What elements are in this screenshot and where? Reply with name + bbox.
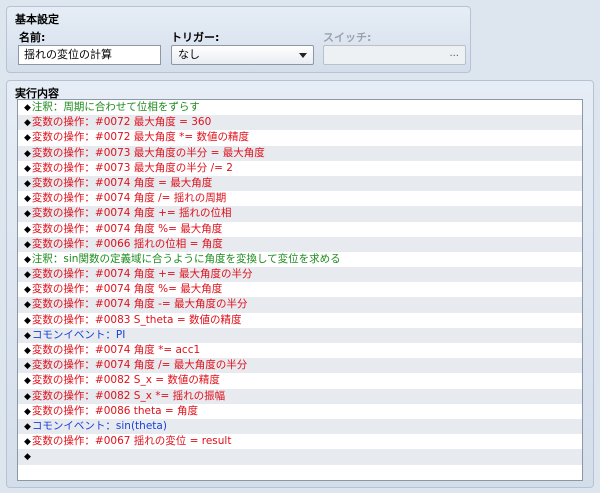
diamond-icon: ◆ [24,148,31,159]
diamond-icon: ◆ [24,346,31,356]
command-text: 変数の操作：#0082 S_x *= 揺れの振幅 [31,389,226,402]
diamond-icon: ◆ [24,103,31,113]
command-row[interactable]: ◆変数の操作：#0074 角度 = 最大角度 [18,175,582,192]
diamond-icon: ◆ [24,285,31,296]
diamond-icon: ◆ [24,406,31,417]
diamond-icon: ◆ [24,300,31,311]
command-text: 変数の操作：#0067 揺れの変位 = result [31,435,232,448]
trigger-select[interactable]: なし [171,45,314,65]
trigger-select-value: なし [178,48,200,61]
command-row[interactable]: ◆コモンイベント：PI [18,327,582,343]
command-text: コモンイベント：sin(theta) [31,419,167,432]
diamond-icon: ◆ [24,361,31,372]
command-row[interactable]: ◆変数の操作：#0074 角度 += 最大角度の半分 [18,267,582,283]
command-row[interactable]: ◆注釈：sin関数の定義域に合うように角度を変換して変位を求める [18,252,582,267]
diamond-icon: ◆ [24,239,31,250]
command-text: 変数の操作：#0066 揺れの位相 = 角度 [31,237,223,250]
switch-label: スイッチ: [323,31,372,44]
diamond-icon: ◆ [24,254,31,265]
command-list[interactable]: ◆注釈：周期に合わせて位相をずらす ◆変数の操作：#0072 最大角度 = 360… [17,99,583,481]
command-row[interactable]: ◆変数の操作：#0074 角度 /= 最大角度の半分 [18,358,582,374]
command-row[interactable]: ◆コモンイベント：sin(theta) [18,418,582,435]
trigger-label: トリガー: [171,31,220,44]
diamond-icon: ◆ [24,330,31,341]
command-row[interactable]: ◆変数の操作：#0074 角度 += 揺れの位相 [18,206,582,222]
command-row[interactable]: ◆注釈：周期に合わせて位相をずらす [18,100,582,115]
command-row[interactable]: ◆変数の操作：#0083 S_theta = 数値の精度 [18,313,582,328]
chevron-down-icon [299,53,307,58]
diamond-icon: ◆ [24,452,31,463]
command-row[interactable]: ◆変数の操作：#0072 最大角度 *= 数値の精度 [18,130,582,145]
command-text: 変数の操作：#0074 角度 -= 最大角度の半分 [31,298,248,311]
command-text: 注釈：sin関数の定義域に合うように角度を変換して変位を求める [31,252,341,265]
diamond-icon: ◆ [24,421,31,432]
command-text: 変数の操作：#0073 最大角度の半分 = 最大角度 [31,146,265,159]
command-row[interactable]: ◆変数の操作：#0074 角度 /= 揺れの周期 [18,191,582,206]
diamond-icon: ◆ [24,209,31,220]
diamond-icon: ◆ [24,391,31,402]
diamond-icon: ◆ [24,437,31,448]
diamond-icon: ◆ [24,224,31,235]
command-row[interactable]: ◆変数の操作：#0066 揺れの位相 = 角度 [18,236,582,252]
diamond-icon: ◆ [24,133,31,144]
command-row[interactable]: ◆ [18,449,582,465]
command-text: 変数の操作：#0086 theta = 角度 [31,404,199,417]
diamond-icon: ◆ [24,376,31,387]
command-text: コモンイベント：PI [31,328,126,341]
basic-settings-panel: 基本設定 名前: 揺れの変位の計算 トリガー: なし スイッチ: ... [6,6,471,73]
command-text: 変数の操作：#0072 最大角度 *= 数値の精度 [31,131,250,144]
command-text: 変数の操作：#0074 角度 %= 最大角度 [31,222,223,235]
command-text: 変数の操作：#0074 角度 *= acc1 [31,344,201,356]
diamond-icon: ◆ [24,118,31,129]
command-row[interactable]: ◆変数の操作：#0073 最大角度の半分 = 最大角度 [18,145,582,161]
command-text: 変数の操作：#0082 S_x = 数値の精度 [31,374,220,387]
diamond-icon: ◆ [24,178,31,189]
command-text: 変数の操作：#0074 角度 /= 最大角度の半分 [31,359,248,372]
command-row[interactable]: ◆変数の操作：#0086 theta = 角度 [18,404,582,419]
command-row[interactable] [18,479,582,480]
switch-field[interactable]: ... [323,45,466,65]
command-row[interactable]: ◆変数の操作：#0074 角度 %= 最大角度 [18,282,582,297]
command-row[interactable]: ◆変数の操作：#0074 角度 %= 最大角度 [18,222,582,237]
command-text: 変数の操作：#0074 角度 %= 最大角度 [31,283,223,296]
command-row[interactable]: ◆変数の操作：#0082 S_x *= 揺れの振幅 [18,388,582,404]
name-label: 名前: [19,31,46,44]
switch-browse-button[interactable]: ... [449,48,459,59]
diamond-icon: ◆ [24,270,31,281]
command-row[interactable]: ◆変数の操作：#0074 角度 *= acc1 [18,343,582,358]
command-text: 変数の操作：#0074 角度 = 最大角度 [31,176,213,189]
command-row[interactable]: ◆変数の操作：#0082 S_x = 数値の精度 [18,373,582,388]
command-text: 変数の操作：#0083 S_theta = 数値の精度 [31,313,242,326]
command-text: 変数の操作：#0074 角度 /= 揺れの周期 [31,192,227,205]
diamond-icon: ◆ [24,315,31,326]
command-text: 変数の操作：#0072 最大角度 = 360 [31,116,212,129]
diamond-icon: ◆ [24,194,31,205]
command-text: 変数の操作：#0074 角度 += 揺れの位相 [31,207,232,220]
command-text: 変数の操作：#0074 角度 += 最大角度の半分 [31,268,253,281]
command-row[interactable]: ◆変数の操作：#0072 最大角度 = 360 [18,115,582,131]
command-row[interactable]: ◆変数の操作：#0074 角度 -= 最大角度の半分 [18,297,582,313]
execution-panel: 実行内容 ◆注釈：周期に合わせて位相をずらす ◆変数の操作：#0072 最大角度 … [6,80,594,488]
command-row[interactable]: ◆変数の操作：#0073 最大角度の半分 /= 2 [18,161,582,176]
command-row[interactable]: ◆変数の操作：#0067 揺れの変位 = result [18,434,582,449]
command-row[interactable] [18,465,582,480]
name-input[interactable]: 揺れの変位の計算 [18,45,161,65]
diamond-icon: ◆ [24,163,31,174]
command-text: 変数の操作：#0073 最大角度の半分 /= 2 [31,161,233,174]
command-text: 注釈：周期に合わせて位相をずらす [31,101,200,113]
basic-settings-title: 基本設定 [15,13,59,26]
